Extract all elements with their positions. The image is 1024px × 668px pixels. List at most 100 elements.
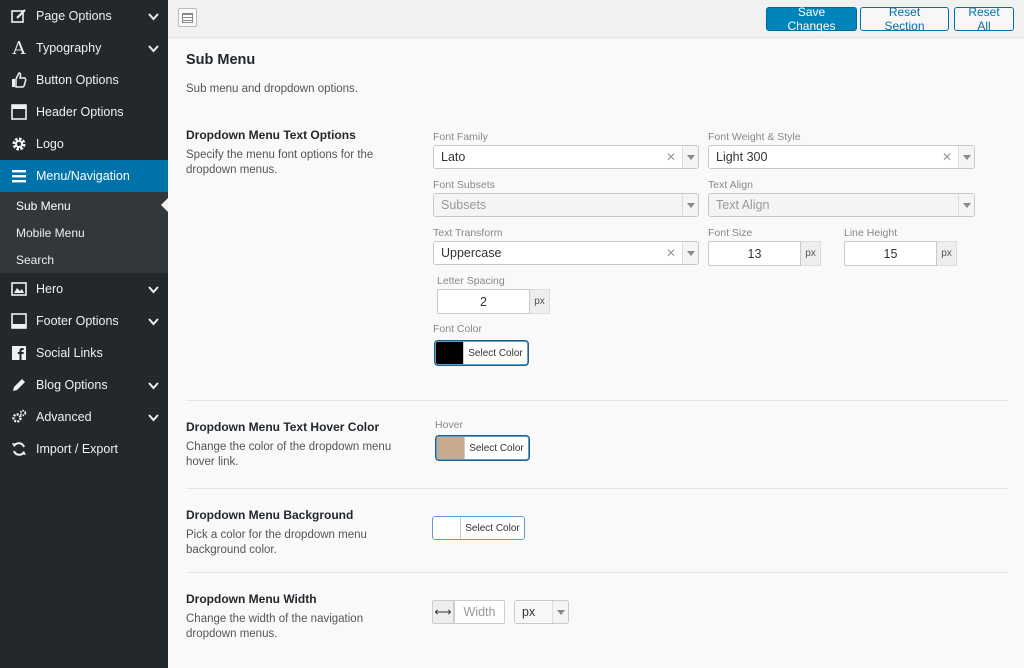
width-unit-select[interactable]: px <box>514 600 569 624</box>
text-options-description: Specify the menu font options for the dr… <box>186 149 374 176</box>
hover-color-title: Dropdown Menu Text Hover Color <box>186 420 380 434</box>
expand-options-button[interactable] <box>178 8 197 27</box>
sidebar-item-menu-navigation[interactable]: Menu/Navigation <box>0 160 168 192</box>
line-height-unit: px <box>937 241 957 266</box>
text-transform-value: Uppercase <box>441 246 502 260</box>
facebook-icon <box>10 344 28 362</box>
font-family-select[interactable]: Lato ✕ <box>433 145 699 169</box>
dropdown-arrow-icon[interactable] <box>958 146 974 168</box>
dropdown-arrow-icon[interactable] <box>682 146 698 168</box>
sidebar-item-label: Social Links <box>36 346 103 360</box>
sidebar-submenu: Sub Menu Mobile Menu Search <box>0 192 168 273</box>
sidebar-item-label: Button Options <box>36 73 119 87</box>
hover-color-description: Change the color of the dropdown menu ho… <box>186 441 392 468</box>
font-weight-label: Font Weight & Style <box>708 131 801 143</box>
text-transform-select[interactable]: Uppercase ✕ <box>433 241 699 265</box>
select-color-label: Select Color <box>464 437 528 459</box>
sidebar-item-hero[interactable]: Hero <box>0 273 168 305</box>
save-changes-button[interactable]: Save Changes <box>766 5 857 33</box>
line-height-label: Line Height <box>844 227 898 239</box>
sidebar-item-blog-options[interactable]: Blog Options <box>0 369 168 401</box>
dropdown-arrow-icon[interactable] <box>958 194 974 216</box>
options-toolbar: Save Changes Reset Section Reset All <box>168 0 1024 38</box>
sidebar-item-footer-options[interactable]: Footer Options <box>0 305 168 337</box>
clear-icon[interactable]: ✕ <box>942 150 952 164</box>
letter-spacing-label: Letter Spacing <box>437 275 505 287</box>
width-input[interactable]: Width <box>454 600 505 624</box>
dropdown-arrow-icon[interactable] <box>682 242 698 264</box>
font-color-picker-button[interactable]: Select Color <box>435 341 528 365</box>
color-swatch <box>433 517 460 539</box>
typography-icon: A <box>12 37 26 59</box>
font-color-label: Font Color <box>433 323 483 335</box>
menu-icon <box>10 167 28 185</box>
sidebar-item-page-options[interactable]: Page Options <box>0 0 168 32</box>
divider <box>186 488 1008 489</box>
sidebar-item-advanced[interactable]: Advanced <box>0 401 168 433</box>
sidebar-item-label: Hero <box>36 282 64 296</box>
sidebar-item-label: Footer Options <box>36 314 119 328</box>
reset-all-button[interactable]: Reset All <box>954 5 1014 33</box>
chevron-down-icon <box>148 42 159 56</box>
pencil-icon <box>10 376 28 394</box>
divider <box>186 572 1008 573</box>
footer-icon <box>10 312 28 330</box>
refresh-icon <box>10 440 28 458</box>
section-description: Sub menu and dropdown options. <box>186 83 358 95</box>
font-weight-select[interactable]: Light 300 ✕ <box>708 145 975 169</box>
sidebar-item-label: Header Options <box>36 105 124 119</box>
font-weight-value: Light 300 <box>716 150 768 164</box>
font-size-unit: px <box>801 241 821 266</box>
gears-icon <box>10 408 28 426</box>
section-title: Sub Menu <box>186 52 256 68</box>
text-transform-label: Text Transform <box>433 227 503 239</box>
thumbs-up-icon <box>10 71 28 89</box>
sidebar-item-logo[interactable]: Logo <box>0 128 168 160</box>
text-options-title: Dropdown Menu Text Options <box>186 128 356 142</box>
line-height-input[interactable]: 15 <box>844 241 937 266</box>
text-align-placeholder: Text Align <box>716 198 770 212</box>
sidebar-item-label: Logo <box>36 137 64 151</box>
chevron-down-icon <box>148 379 159 393</box>
text-align-label: Text Align <box>708 179 753 191</box>
select-color-label: Select Color <box>460 517 524 539</box>
submenu-item-mobile-menu[interactable]: Mobile Menu <box>0 219 168 246</box>
letter-spacing-input[interactable]: 2 <box>437 289 530 314</box>
hover-color-picker-button[interactable]: Select Color <box>436 436 529 460</box>
background-color-picker-button[interactable]: Select Color <box>432 516 525 540</box>
reset-section-button[interactable]: Reset Section <box>860 5 949 33</box>
sidebar-item-social-links[interactable]: Social Links <box>0 337 168 369</box>
font-subsets-select[interactable]: Subsets <box>433 193 699 217</box>
chevron-down-icon <box>148 283 159 297</box>
font-subsets-label: Font Subsets <box>433 179 495 191</box>
select-color-label: Select Color <box>463 342 527 364</box>
hover-label: Hover <box>435 419 464 431</box>
expand-icon <box>182 12 193 23</box>
horizontal-arrows-icon: ⟷ <box>432 600 454 624</box>
sidebar-item-label: Import / Export <box>36 442 118 456</box>
sidebar-item-label: Typography <box>36 41 102 55</box>
text-align-select[interactable]: Text Align <box>708 193 975 217</box>
font-size-input[interactable]: 13 <box>708 241 801 266</box>
submenu-item-search[interactable]: Search <box>0 246 168 273</box>
sidebar-item-header-options[interactable]: Header Options <box>0 96 168 128</box>
sidebar-item-button-options[interactable]: Button Options <box>0 64 168 96</box>
clear-icon[interactable]: ✕ <box>666 150 676 164</box>
dropdown-arrow-icon[interactable] <box>682 194 698 216</box>
color-swatch <box>436 342 463 364</box>
width-description: Change the width of the navigation dropd… <box>186 613 364 640</box>
dropdown-arrow-icon[interactable] <box>552 601 568 623</box>
font-subsets-placeholder: Subsets <box>441 198 487 212</box>
options-panel: Sub Menu Sub menu and dropdown options. … <box>168 39 1024 668</box>
gear-icon <box>10 135 28 153</box>
sidebar-item-import-export[interactable]: Import / Export <box>0 433 168 465</box>
font-size-label: Font Size <box>708 227 753 239</box>
color-swatch <box>437 437 464 459</box>
sidebar-item-typography[interactable]: A Typography <box>0 32 168 64</box>
background-color-description: Pick a color for the dropdown menu backg… <box>186 529 367 556</box>
submenu-item-sub-menu[interactable]: Sub Menu <box>0 192 168 219</box>
edit-icon <box>10 7 28 25</box>
admin-sidebar: Page Options A Typography Button Options… <box>0 0 168 668</box>
width-title: Dropdown Menu Width <box>186 592 317 606</box>
clear-icon[interactable]: ✕ <box>666 246 676 260</box>
